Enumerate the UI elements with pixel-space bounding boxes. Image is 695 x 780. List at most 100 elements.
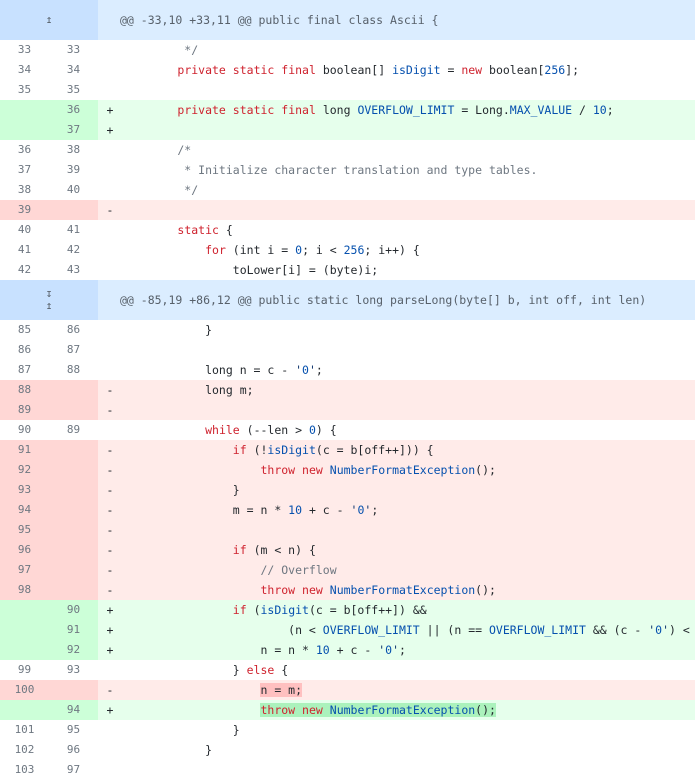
new-line-number[interactable] xyxy=(49,460,98,480)
diff-sign xyxy=(98,260,122,280)
old-line-number[interactable]: 95 xyxy=(0,520,49,540)
new-line-number[interactable]: 39 xyxy=(49,160,98,180)
old-line-number[interactable] xyxy=(0,600,49,620)
new-line-number[interactable] xyxy=(49,680,98,700)
new-line-number[interactable]: 94 xyxy=(49,700,98,720)
diff-line: 35 35 xyxy=(0,80,695,100)
new-line-number[interactable]: 95 xyxy=(49,720,98,740)
old-line-number[interactable] xyxy=(0,120,49,140)
old-line-number[interactable]: 98 xyxy=(0,580,49,600)
new-line-number[interactable] xyxy=(49,560,98,580)
old-line-number[interactable]: 33 xyxy=(0,40,49,60)
new-line-number[interactable]: 97 xyxy=(49,760,98,780)
code-line: } else { xyxy=(122,663,289,677)
old-line-number[interactable] xyxy=(0,620,49,640)
new-line-number[interactable]: 34 xyxy=(49,60,98,80)
new-line-number[interactable] xyxy=(49,500,98,520)
old-line-number[interactable] xyxy=(0,640,49,660)
old-line-number[interactable]: 99 xyxy=(0,660,49,680)
diff-sign: - xyxy=(106,203,114,217)
new-line-number[interactable]: 40 xyxy=(49,180,98,200)
new-line-number[interactable] xyxy=(49,520,98,540)
diff-line: 92 - throw new NumberFormatException(); xyxy=(0,460,695,480)
expand-lines-button[interactable]: ↧ ↥ xyxy=(0,280,98,320)
diff-line: 42 43 toLower[i] = (byte)i; xyxy=(0,260,695,280)
new-line-number[interactable]: 88 xyxy=(49,360,98,380)
expand-lines-button[interactable]: ↥ xyxy=(0,0,98,40)
diff-line: 87 88 long n = c - '0'; xyxy=(0,360,695,380)
new-line-number[interactable]: 87 xyxy=(49,340,98,360)
diff-sign xyxy=(98,340,122,360)
old-line-number[interactable]: 40 xyxy=(0,220,49,240)
old-line-number[interactable]: 34 xyxy=(0,60,49,80)
new-line-number[interactable] xyxy=(49,540,98,560)
old-line-number[interactable]: 100 xyxy=(0,680,49,700)
old-line-number[interactable]: 91 xyxy=(0,440,49,460)
new-line-number[interactable]: 41 xyxy=(49,220,98,240)
code-line: throw new NumberFormatException(); xyxy=(260,463,496,477)
old-line-number[interactable]: 90 xyxy=(0,420,49,440)
old-line-number[interactable] xyxy=(0,100,49,120)
new-line-number[interactable]: 92 xyxy=(49,640,98,660)
diff-sign: - xyxy=(106,543,114,557)
old-line-number[interactable]: 101 xyxy=(0,720,49,740)
diff-sign xyxy=(98,80,122,100)
code-line: m = n * 10 + c - '0'; xyxy=(122,503,379,517)
old-line-number[interactable]: 89 xyxy=(0,400,49,420)
new-line-number[interactable] xyxy=(49,580,98,600)
code-line: while (--len > 0) { xyxy=(205,423,337,437)
diff-line: 90 + if (isDigit(c = b[off++]) && xyxy=(0,600,695,620)
new-line-number[interactable]: 37 xyxy=(49,120,98,140)
new-line-number[interactable]: 38 xyxy=(49,140,98,160)
new-line-number[interactable]: 90 xyxy=(49,600,98,620)
new-line-number[interactable]: 33 xyxy=(49,40,98,60)
new-line-number[interactable]: 42 xyxy=(49,240,98,260)
new-line-number[interactable]: 93 xyxy=(49,660,98,680)
old-line-number[interactable]: 88 xyxy=(0,380,49,400)
old-line-number[interactable] xyxy=(0,700,49,720)
old-line-number[interactable]: 97 xyxy=(0,560,49,580)
diff-sign: + xyxy=(106,703,114,717)
old-line-number[interactable]: 37 xyxy=(0,160,49,180)
new-line-number[interactable]: 91 xyxy=(49,620,98,640)
hunk-header-text: @@ -33,10 +33,11 @@ public final class A… xyxy=(120,13,439,27)
new-line-number[interactable] xyxy=(49,440,98,460)
diff-line: 40 41 static { xyxy=(0,220,695,240)
new-line-number[interactable] xyxy=(49,480,98,500)
old-line-number[interactable]: 85 xyxy=(0,320,49,340)
diff-sign xyxy=(98,240,122,260)
new-line-number[interactable] xyxy=(49,380,98,400)
old-line-number[interactable]: 36 xyxy=(0,140,49,160)
old-line-number[interactable]: 39 xyxy=(0,200,49,220)
old-line-number[interactable]: 94 xyxy=(0,500,49,520)
old-line-number[interactable]: 103 xyxy=(0,760,49,780)
new-line-number[interactable] xyxy=(49,200,98,220)
old-line-number[interactable]: 86 xyxy=(0,340,49,360)
old-line-number[interactable]: 96 xyxy=(0,540,49,560)
new-line-number[interactable]: 43 xyxy=(49,260,98,280)
code-line: */ xyxy=(122,43,199,57)
new-line-number[interactable]: 96 xyxy=(49,740,98,760)
old-line-number[interactable]: 87 xyxy=(0,360,49,380)
diff-sign: + xyxy=(106,643,114,657)
new-line-number[interactable]: 86 xyxy=(49,320,98,340)
old-line-number[interactable]: 38 xyxy=(0,180,49,200)
diff-line: 95 - xyxy=(0,520,695,540)
code-line: if (m < n) { xyxy=(232,543,316,557)
diff-sign xyxy=(98,60,122,80)
old-line-number[interactable]: 41 xyxy=(0,240,49,260)
old-line-number[interactable]: 92 xyxy=(0,460,49,480)
old-line-number[interactable]: 35 xyxy=(0,80,49,100)
new-line-number[interactable]: 89 xyxy=(49,420,98,440)
diff-line: 38 40 */ xyxy=(0,180,695,200)
diff-sign xyxy=(98,760,122,780)
new-line-number[interactable]: 36 xyxy=(49,100,98,120)
new-line-number[interactable]: 35 xyxy=(49,80,98,100)
old-line-number[interactable]: 42 xyxy=(0,260,49,280)
old-line-number[interactable]: 93 xyxy=(0,480,49,500)
new-line-number[interactable] xyxy=(49,400,98,420)
diff-sign: - xyxy=(106,483,114,497)
old-line-number[interactable]: 102 xyxy=(0,740,49,760)
diff-sign xyxy=(98,160,122,180)
